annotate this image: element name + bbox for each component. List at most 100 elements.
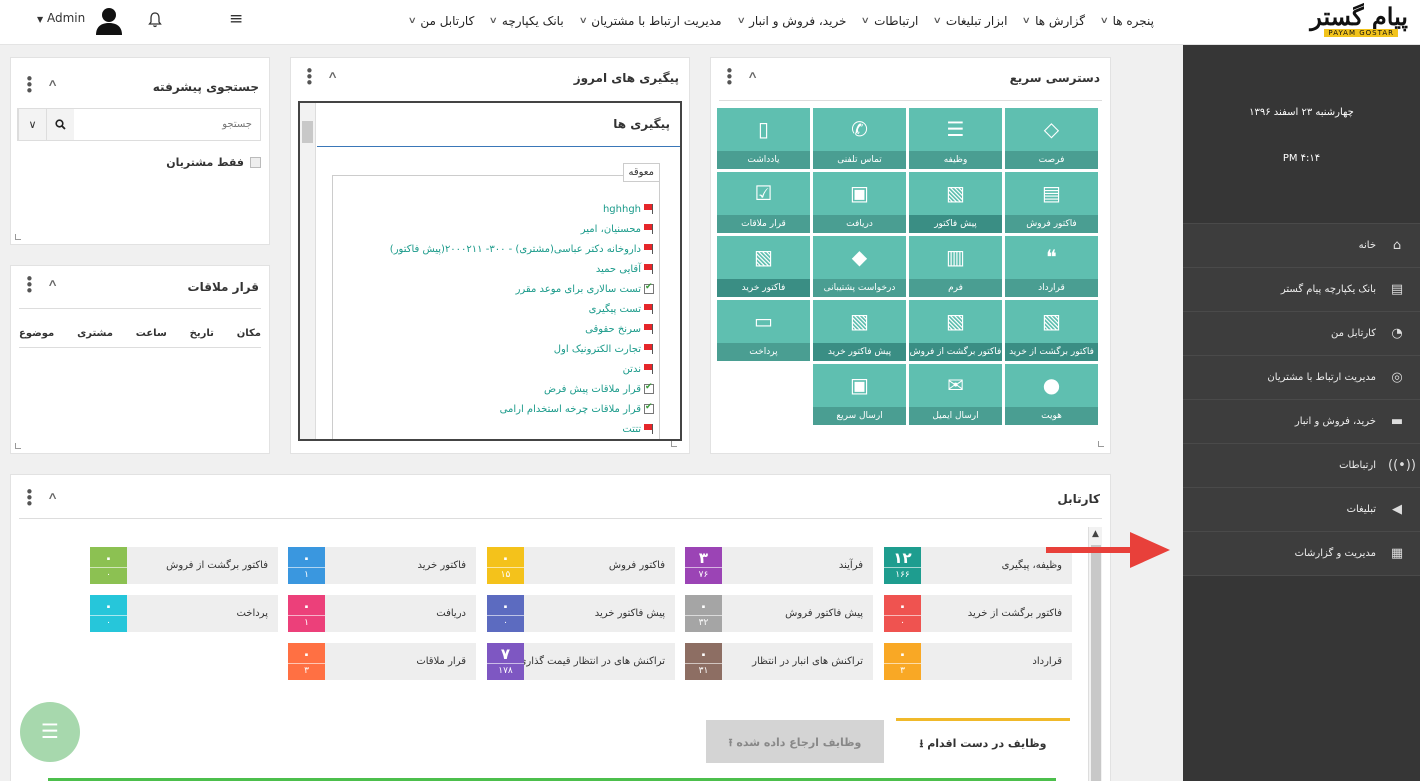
sidebar-item-crm[interactable]: ◎ مدیریت ارتباط با مشتریان [1183,356,1420,400]
scrollbar-thumb[interactable] [1091,545,1101,781]
cartable-card-meeting[interactable]: قرار ملاقات ۰ ۳ [288,643,476,680]
cartable-card-contract[interactable]: قرارداد ۰ ۳ [884,643,1072,680]
tab-in-progress-tasks[interactable]: ⭳ وظایف در دست اقدام [896,718,1070,763]
card-label: فرآیند [838,560,863,571]
cartable-card-pending-pricing[interactable]: تراکنش های در انتظار قیمت گذاری ۷ ۱۷۸ [487,643,675,680]
only-customers-checkbox[interactable]: فقط مشتریان [166,156,261,169]
column-header[interactable]: موضوع [19,328,54,339]
sidebar-item-advertising[interactable]: ◀ تبلیغات [1183,488,1420,532]
cartable-card-payment[interactable]: پرداخت ۰ ۰ [90,595,278,632]
list-item[interactable]: قرار ملاقات پیش فرض [390,379,654,399]
tile-payment[interactable]: ▭ پرداخت [717,300,810,361]
search-icon[interactable] [46,109,74,140]
logo[interactable]: پیام گستر PAYAM GOSTAR [1282,2,1408,40]
scrollbar[interactable] [300,103,316,439]
cartable-card-sales-proforma[interactable]: پیش فاکتور فروش ۰ ۳۲ [685,595,873,632]
cartable-card-purchase-invoice[interactable]: فاکتور خرید ۰ ۱ [288,547,476,584]
menu-item-communications[interactable]: ارتباطات ∨ [854,14,926,28]
list-item[interactable]: ندتن [390,359,654,379]
collapse-icon[interactable]: ∧ [747,70,758,81]
tile-receive[interactable]: ▣ دریافت [813,172,906,233]
collapse-icon[interactable]: ∧ [47,491,58,502]
cartable-card-return-sale[interactable]: فاکتور برگشت از فروش ۰ ۰ [90,547,278,584]
tile-meeting[interactable]: ☑ قرار ملاقات [717,172,810,233]
collapse-icon[interactable]: ∧ [47,278,58,289]
tile-return-sale[interactable]: ▧ فاکتور برگشت از فروش [909,300,1002,361]
tile-support-request[interactable]: ◆ درخواست پشتیبانی [813,236,906,297]
resize-handle[interactable] [15,234,21,240]
more-options-icon[interactable]: • • • [725,64,734,91]
tile-return-purchase[interactable]: ▧ فاکتور برگشت از خرید [1005,300,1098,361]
resize-handle[interactable] [15,443,21,449]
list-item[interactable]: سرنخ حقوقی [390,319,654,339]
cartable-card-receive[interactable]: دریافت ۰ ۱ [288,595,476,632]
more-options-icon[interactable]: • • • [25,485,34,512]
checkbox[interactable] [250,157,261,168]
column-header[interactable]: تاریخ [190,328,214,339]
sidebar-item-cartable[interactable]: ◔ کارتابل من [1183,312,1420,356]
more-options-icon[interactable]: • • • [25,272,34,299]
resize-handle[interactable] [671,441,677,447]
sidebar-item-bank[interactable]: ▤ بانک یکپارچه پیام گستر [1183,268,1420,312]
menu-item-windows[interactable]: پنجره ها ∨ [1093,14,1162,28]
resize-handle[interactable] [1098,441,1104,447]
collapse-icon[interactable]: ∧ [47,78,58,89]
tile-send-email[interactable]: ✉ ارسال ایمیل [909,364,1002,425]
collapse-icon[interactable]: ∧ [327,70,338,81]
cartable-card-process[interactable]: فرآیند ۳ ۷۶ [685,547,873,584]
tile-purchase-invoice[interactable]: ▧ فاکتور خرید [717,236,810,297]
cartable-card-return-purchase[interactable]: فاکتور برگشت از خرید ۰ ۰ [884,595,1072,632]
floating-menu-button[interactable]: ☰ [20,702,80,762]
menu-item-sales[interactable]: خرید، فروش و انبار ∨ [730,14,855,28]
list-item[interactable]: قرار ملاقات چرخه استخدام ارامی [390,399,654,419]
tile-purchase-proforma[interactable]: ▧ پیش فاکتور خرید [813,300,906,361]
sidebar-item-home[interactable]: ⌂ خانه [1183,224,1420,268]
list-item[interactable]: داروخانه دکتر عباسی(مشتری) - ۳۰۰- ۲۰۰۰۲۱… [390,239,654,259]
list-item[interactable]: تست پیگیری [390,299,654,319]
list-item[interactable]: hghhgh [390,199,654,219]
tile-phone-call[interactable]: ✆ تماس تلفنی [813,108,906,169]
tile-proforma[interactable]: ▧ پیش فاکتور [909,172,1002,233]
tile-contract[interactable]: ❝ قرارداد [1005,236,1098,297]
tile-quick-send[interactable]: ▣ ارسال سریع [813,364,906,425]
list-item[interactable]: تتتت [390,419,654,439]
list-item[interactable]: آقایی حمید [390,259,654,279]
sidebar-item-communications[interactable]: ((•)) ارتباطات [1183,444,1420,488]
dropdown-icon[interactable]: ∨ [18,109,46,140]
more-options-icon[interactable]: • • • [25,72,34,99]
list-item[interactable]: تجارت الکترونیک اول [390,339,654,359]
menu-item-my-cartable[interactable]: کارتابل من ∨ [401,14,483,28]
cartable-card-sales-invoice[interactable]: فاکتور فروش ۰ ۱۵ [487,547,675,584]
tile-identity[interactable]: ● هویت [1005,364,1098,425]
avatar[interactable] [94,6,124,36]
menu-item-reports[interactable]: گزارش ها ∨ [1015,14,1093,28]
sidebar-item-sales[interactable]: ▬ خرید، فروش و انبار [1183,400,1420,444]
user-menu[interactable]: ▼ Admin [37,11,85,25]
search-input[interactable] [74,109,260,140]
menu-item-ad-tools[interactable]: ابزار تبلیغات ∨ [926,14,1015,28]
cartable-card-pending-warehouse[interactable]: تراکنش های انبار در انتظار ۰ ۳۱ [685,643,873,680]
tile-label: هویت [1005,407,1098,425]
tile-form[interactable]: ▥ فرم [909,236,1002,297]
tab-referred-tasks[interactable]: ⭱ وظایف ارجاع داده شده [706,720,884,763]
bell-icon[interactable] [148,12,162,32]
list-item[interactable]: تست سالاری برای موعد مقرر [390,279,654,299]
followup-list: hghhgh محسنیان، امیر داروخانه دکتر عباسی… [390,199,654,439]
list-item[interactable]: محسنیان، امیر [390,219,654,239]
tile-sales-invoice[interactable]: ▤ فاکتور فروش [1005,172,1098,233]
column-header[interactable]: مکان [237,328,261,339]
cartable-card-purchase-proforma[interactable]: پیش فاکتور خرید ۰ ۰ [487,595,675,632]
hamburger-icon[interactable]: ≡ [229,10,243,28]
column-header[interactable]: مشتری [77,328,113,339]
tile-task[interactable]: ☰ وظیفه [909,108,1002,169]
more-options-icon[interactable]: • • • [305,64,314,91]
menu-item-crm[interactable]: مدیریت ارتباط با مشتریان ∨ [572,14,730,28]
badge-bottom: ۱۵ [487,567,524,584]
menu-item-integrated-bank[interactable]: بانک یکپارچه ∨ [482,14,571,28]
sidebar-item-reports[interactable]: ▦ مدیریت و گزارشات [1183,532,1420,576]
followups-inner-title: پیگیری ها [317,103,680,147]
column-header[interactable]: ساعت [136,328,167,339]
scrollbar-thumb[interactable] [302,121,313,143]
tile-note[interactable]: ▯ یادداشت [717,108,810,169]
tile-opportunity[interactable]: ◇ فرصت [1005,108,1098,169]
